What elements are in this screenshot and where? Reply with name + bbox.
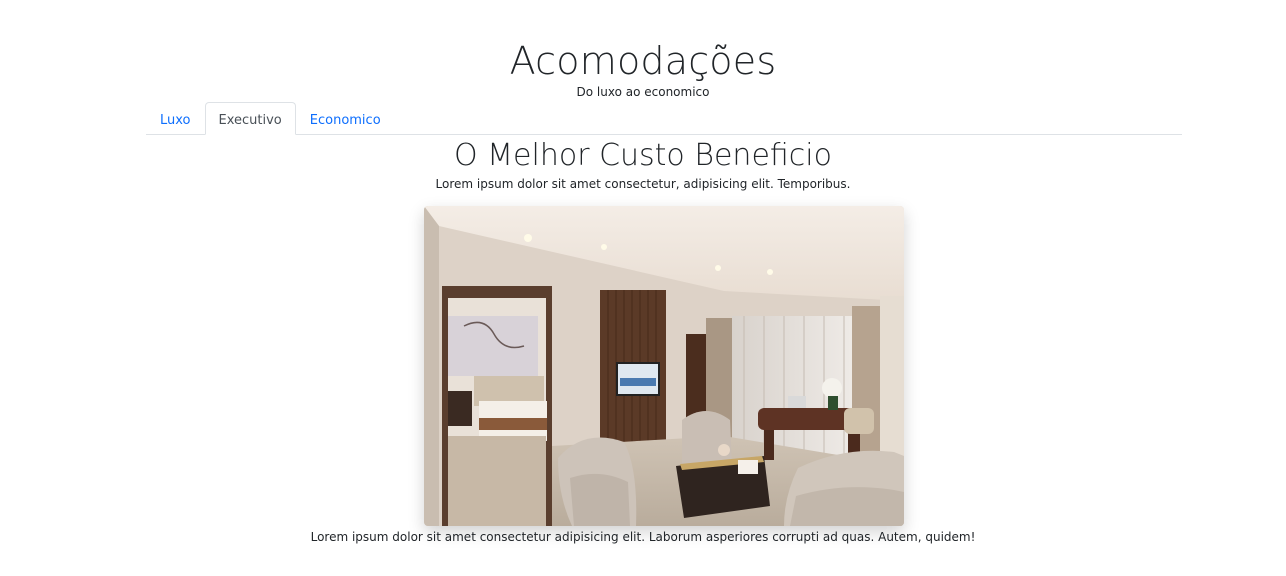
photo-caption: Lorem ipsum dolor sit amet consectetur a… (310, 530, 976, 544)
room-photo (424, 206, 904, 526)
tab-content: O Melhor Custo Beneficio Lorem ipsum dol… (0, 138, 1286, 192)
tab-luxo[interactable]: Luxo (146, 102, 205, 135)
section-title: O Melhor Custo Beneficio (454, 138, 832, 173)
page-title: Acomodações (509, 39, 777, 83)
tab-bar: Luxo Executivo Economico (146, 101, 1182, 135)
page-header: Acomodações Do luxo ao economico (0, 38, 1286, 100)
section-text: Lorem ipsum dolor sit amet consectetur, … (435, 177, 851, 191)
tab-executivo[interactable]: Executivo (204, 102, 296, 135)
page-subtitle: Do luxo ao economico (576, 85, 710, 99)
tab-economico[interactable]: Economico (296, 102, 395, 135)
